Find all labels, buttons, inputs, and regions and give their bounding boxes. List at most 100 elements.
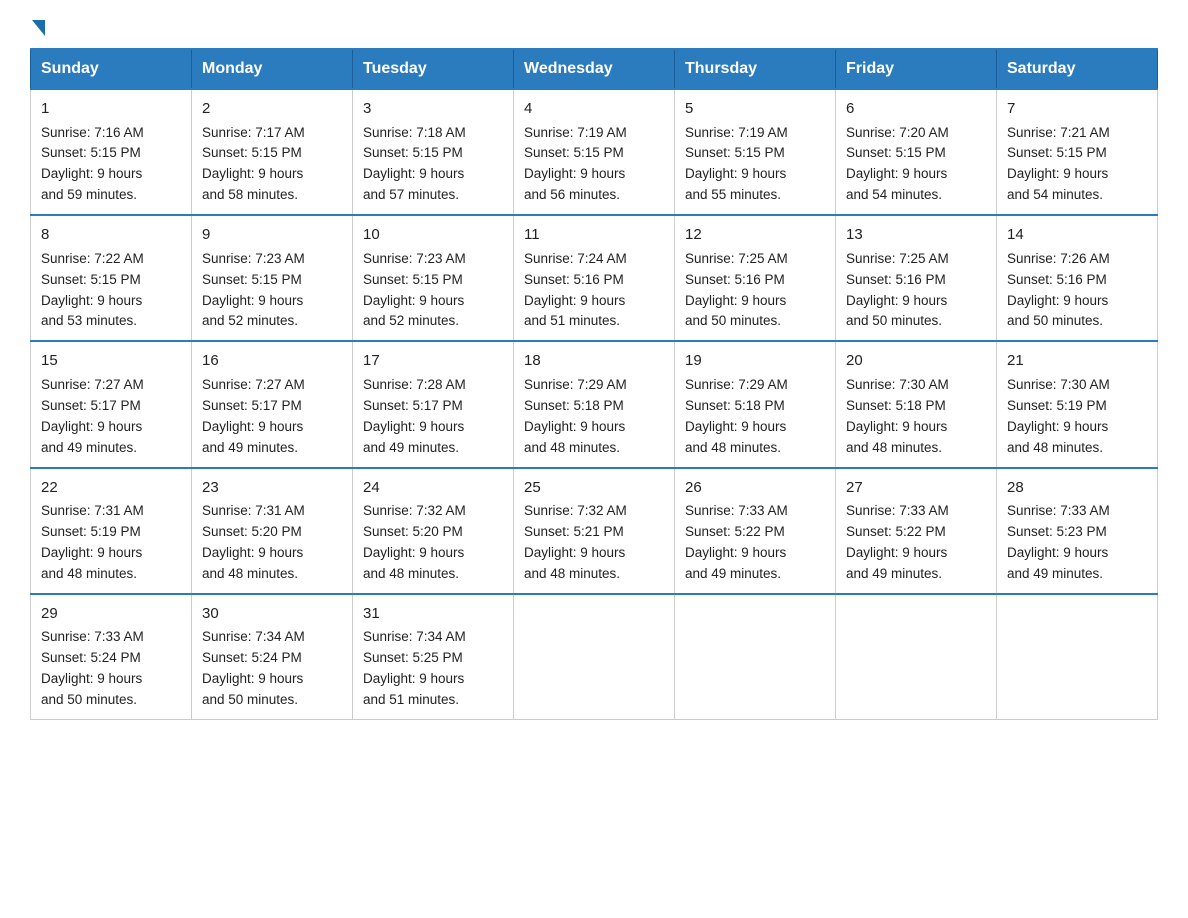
day-number: 5: [685, 98, 825, 121]
day-info: Sunrise: 7:19 AMSunset: 5:15 PMDaylight:…: [524, 123, 664, 207]
day-info: Sunrise: 7:27 AMSunset: 5:17 PMDaylight:…: [202, 375, 342, 459]
calendar-cell: 15Sunrise: 7:27 AMSunset: 5:17 PMDayligh…: [31, 341, 192, 467]
calendar-cell: 7Sunrise: 7:21 AMSunset: 5:15 PMDaylight…: [997, 89, 1158, 215]
day-info: Sunrise: 7:30 AMSunset: 5:19 PMDaylight:…: [1007, 375, 1147, 459]
day-number: 29: [41, 603, 181, 626]
page-header: [30, 20, 1158, 30]
logo-arrow-icon: [32, 20, 45, 36]
column-header-monday: Monday: [192, 49, 353, 89]
day-info: Sunrise: 7:16 AMSunset: 5:15 PMDaylight:…: [41, 123, 181, 207]
calendar-cell: 29Sunrise: 7:33 AMSunset: 5:24 PMDayligh…: [31, 594, 192, 720]
day-info: Sunrise: 7:29 AMSunset: 5:18 PMDaylight:…: [524, 375, 664, 459]
day-number: 25: [524, 477, 664, 500]
day-number: 20: [846, 350, 986, 373]
day-info: Sunrise: 7:33 AMSunset: 5:22 PMDaylight:…: [846, 501, 986, 585]
calendar-cell: 17Sunrise: 7:28 AMSunset: 5:17 PMDayligh…: [353, 341, 514, 467]
calendar-cell: 5Sunrise: 7:19 AMSunset: 5:15 PMDaylight…: [675, 89, 836, 215]
day-info: Sunrise: 7:25 AMSunset: 5:16 PMDaylight:…: [685, 249, 825, 333]
calendar-week-row: 22Sunrise: 7:31 AMSunset: 5:19 PMDayligh…: [31, 468, 1158, 594]
calendar-cell: 31Sunrise: 7:34 AMSunset: 5:25 PMDayligh…: [353, 594, 514, 720]
calendar-cell: 14Sunrise: 7:26 AMSunset: 5:16 PMDayligh…: [997, 215, 1158, 341]
column-header-friday: Friday: [836, 49, 997, 89]
calendar-week-row: 1Sunrise: 7:16 AMSunset: 5:15 PMDaylight…: [31, 89, 1158, 215]
column-header-sunday: Sunday: [31, 49, 192, 89]
day-info: Sunrise: 7:17 AMSunset: 5:15 PMDaylight:…: [202, 123, 342, 207]
day-info: Sunrise: 7:28 AMSunset: 5:17 PMDaylight:…: [363, 375, 503, 459]
day-info: Sunrise: 7:24 AMSunset: 5:16 PMDaylight:…: [524, 249, 664, 333]
day-number: 15: [41, 350, 181, 373]
day-number: 26: [685, 477, 825, 500]
calendar-cell: 26Sunrise: 7:33 AMSunset: 5:22 PMDayligh…: [675, 468, 836, 594]
day-number: 7: [1007, 98, 1147, 121]
day-number: 4: [524, 98, 664, 121]
day-info: Sunrise: 7:33 AMSunset: 5:24 PMDaylight:…: [41, 627, 181, 711]
day-number: 11: [524, 224, 664, 247]
day-number: 27: [846, 477, 986, 500]
column-header-tuesday: Tuesday: [353, 49, 514, 89]
calendar-week-row: 29Sunrise: 7:33 AMSunset: 5:24 PMDayligh…: [31, 594, 1158, 720]
day-number: 2: [202, 98, 342, 121]
day-info: Sunrise: 7:30 AMSunset: 5:18 PMDaylight:…: [846, 375, 986, 459]
day-number: 13: [846, 224, 986, 247]
day-info: Sunrise: 7:34 AMSunset: 5:24 PMDaylight:…: [202, 627, 342, 711]
calendar-cell: 16Sunrise: 7:27 AMSunset: 5:17 PMDayligh…: [192, 341, 353, 467]
day-info: Sunrise: 7:34 AMSunset: 5:25 PMDaylight:…: [363, 627, 503, 711]
calendar-cell: [836, 594, 997, 720]
day-info: Sunrise: 7:23 AMSunset: 5:15 PMDaylight:…: [202, 249, 342, 333]
calendar-cell: 27Sunrise: 7:33 AMSunset: 5:22 PMDayligh…: [836, 468, 997, 594]
day-number: 1: [41, 98, 181, 121]
calendar-cell: 10Sunrise: 7:23 AMSunset: 5:15 PMDayligh…: [353, 215, 514, 341]
day-info: Sunrise: 7:27 AMSunset: 5:17 PMDaylight:…: [41, 375, 181, 459]
calendar-cell: 22Sunrise: 7:31 AMSunset: 5:19 PMDayligh…: [31, 468, 192, 594]
calendar-cell: 13Sunrise: 7:25 AMSunset: 5:16 PMDayligh…: [836, 215, 997, 341]
day-info: Sunrise: 7:23 AMSunset: 5:15 PMDaylight:…: [363, 249, 503, 333]
day-number: 9: [202, 224, 342, 247]
day-info: Sunrise: 7:33 AMSunset: 5:23 PMDaylight:…: [1007, 501, 1147, 585]
calendar-cell: 2Sunrise: 7:17 AMSunset: 5:15 PMDaylight…: [192, 89, 353, 215]
logo-top: [30, 20, 45, 34]
day-info: Sunrise: 7:19 AMSunset: 5:15 PMDaylight:…: [685, 123, 825, 207]
day-number: 23: [202, 477, 342, 500]
calendar-cell: 25Sunrise: 7:32 AMSunset: 5:21 PMDayligh…: [514, 468, 675, 594]
calendar-cell: 24Sunrise: 7:32 AMSunset: 5:20 PMDayligh…: [353, 468, 514, 594]
day-info: Sunrise: 7:25 AMSunset: 5:16 PMDaylight:…: [846, 249, 986, 333]
day-number: 12: [685, 224, 825, 247]
column-header-wednesday: Wednesday: [514, 49, 675, 89]
calendar-cell: [997, 594, 1158, 720]
day-number: 6: [846, 98, 986, 121]
calendar-cell: 21Sunrise: 7:30 AMSunset: 5:19 PMDayligh…: [997, 341, 1158, 467]
column-header-thursday: Thursday: [675, 49, 836, 89]
calendar-cell: 8Sunrise: 7:22 AMSunset: 5:15 PMDaylight…: [31, 215, 192, 341]
day-number: 14: [1007, 224, 1147, 247]
logo: [30, 20, 45, 30]
calendar-cell: [514, 594, 675, 720]
day-number: 21: [1007, 350, 1147, 373]
day-number: 10: [363, 224, 503, 247]
day-number: 18: [524, 350, 664, 373]
day-info: Sunrise: 7:31 AMSunset: 5:20 PMDaylight:…: [202, 501, 342, 585]
calendar-week-row: 8Sunrise: 7:22 AMSunset: 5:15 PMDaylight…: [31, 215, 1158, 341]
day-info: Sunrise: 7:21 AMSunset: 5:15 PMDaylight:…: [1007, 123, 1147, 207]
day-number: 19: [685, 350, 825, 373]
day-info: Sunrise: 7:32 AMSunset: 5:21 PMDaylight:…: [524, 501, 664, 585]
day-info: Sunrise: 7:29 AMSunset: 5:18 PMDaylight:…: [685, 375, 825, 459]
day-number: 17: [363, 350, 503, 373]
calendar-cell: 9Sunrise: 7:23 AMSunset: 5:15 PMDaylight…: [192, 215, 353, 341]
day-info: Sunrise: 7:26 AMSunset: 5:16 PMDaylight:…: [1007, 249, 1147, 333]
day-number: 31: [363, 603, 503, 626]
day-info: Sunrise: 7:20 AMSunset: 5:15 PMDaylight:…: [846, 123, 986, 207]
day-number: 22: [41, 477, 181, 500]
calendar-week-row: 15Sunrise: 7:27 AMSunset: 5:17 PMDayligh…: [31, 341, 1158, 467]
calendar-cell: 18Sunrise: 7:29 AMSunset: 5:18 PMDayligh…: [514, 341, 675, 467]
day-number: 30: [202, 603, 342, 626]
day-number: 24: [363, 477, 503, 500]
calendar-cell: 23Sunrise: 7:31 AMSunset: 5:20 PMDayligh…: [192, 468, 353, 594]
day-number: 28: [1007, 477, 1147, 500]
day-number: 16: [202, 350, 342, 373]
calendar-cell: 30Sunrise: 7:34 AMSunset: 5:24 PMDayligh…: [192, 594, 353, 720]
day-info: Sunrise: 7:31 AMSunset: 5:19 PMDaylight:…: [41, 501, 181, 585]
calendar-cell: 12Sunrise: 7:25 AMSunset: 5:16 PMDayligh…: [675, 215, 836, 341]
calendar-cell: 3Sunrise: 7:18 AMSunset: 5:15 PMDaylight…: [353, 89, 514, 215]
day-info: Sunrise: 7:22 AMSunset: 5:15 PMDaylight:…: [41, 249, 181, 333]
calendar-cell: 20Sunrise: 7:30 AMSunset: 5:18 PMDayligh…: [836, 341, 997, 467]
